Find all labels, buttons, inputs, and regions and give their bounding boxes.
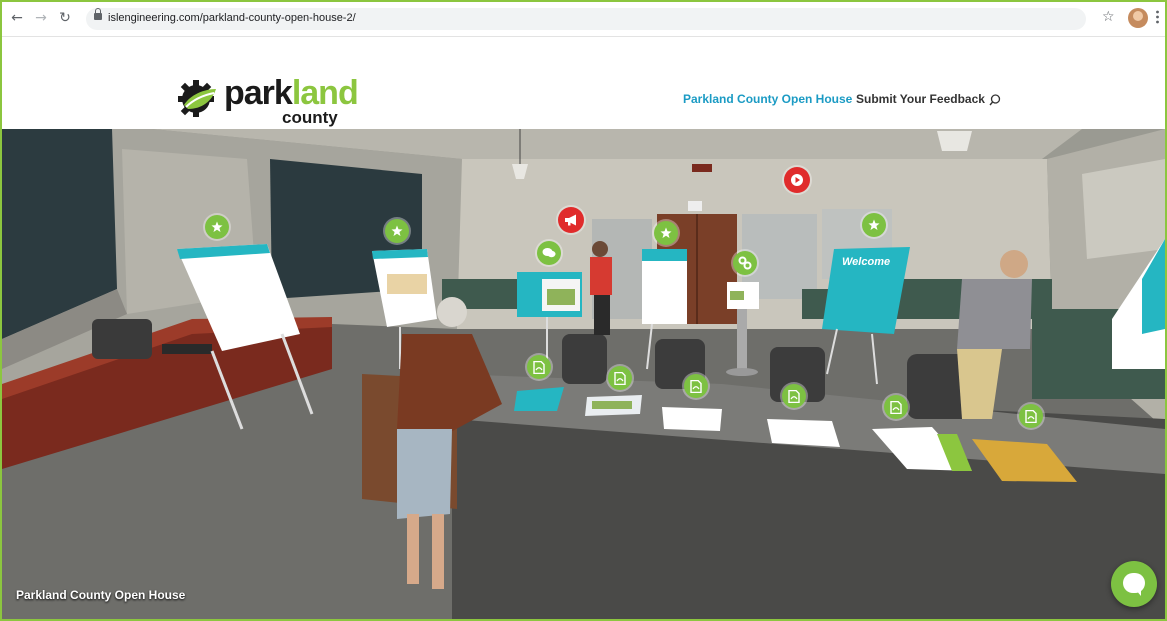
gear-leaf-icon: [178, 80, 216, 117]
star-hotspot-3[interactable]: [654, 221, 678, 245]
star-icon: [211, 221, 223, 232]
site-header: parkland county Parkland County Open Hou…: [2, 37, 1165, 129]
browser-toolbar: ← → ↻ islengineering.com/parkland-county…: [2, 2, 1165, 37]
pdf-document-icon: [890, 400, 902, 414]
logo-wordmark: parkland: [224, 74, 359, 112]
pdf-document-icon: [614, 371, 626, 385]
pdf-document-icon: [533, 360, 545, 374]
parkland-county-logo[interactable]: parkland county: [178, 75, 359, 127]
welcome-board-title: Welcome: [842, 256, 890, 268]
forward-arrow-icon[interactable]: →: [32, 9, 50, 27]
video-hotspot[interactable]: [784, 167, 810, 193]
star-hotspot-4[interactable]: [862, 213, 886, 237]
pdf-hotspot-1[interactable]: [527, 355, 551, 379]
url-text[interactable]: islengineering.com/parkland-county-open-…: [108, 12, 356, 24]
pdf-hotspot-2[interactable]: [608, 366, 632, 390]
scene-caption: Parkland County Open House: [16, 588, 186, 602]
star-hotspot-2[interactable]: [385, 219, 409, 243]
chat-bubbles-icon: [542, 248, 556, 258]
star-hotspot-1[interactable]: [205, 215, 229, 239]
pdf-document-icon: [1025, 409, 1037, 423]
search-icon[interactable]: [989, 94, 1001, 106]
star-icon: [868, 219, 880, 230]
reload-icon[interactable]: ↻: [56, 9, 74, 27]
pdf-hotspot-5[interactable]: [884, 395, 908, 419]
address-bar[interactable]: islengineering.com/parkland-county-open-…: [86, 8, 1086, 30]
browser-window: ← → ↻ islengineering.com/parkland-county…: [0, 0, 1167, 621]
pdf-document-icon: [788, 389, 800, 403]
profile-avatar[interactable]: [1128, 8, 1148, 28]
lock-icon: [94, 8, 102, 20]
nav-open-house[interactable]: Parkland County Open House: [683, 92, 852, 106]
chat-bubble-icon: [1123, 573, 1145, 596]
logo-subtitle: county: [282, 108, 338, 127]
pdf-document-icon: [690, 379, 702, 393]
link-icon: [738, 256, 752, 270]
room-render: Welcome: [2, 129, 1165, 619]
live-chat-button[interactable]: [1111, 561, 1157, 607]
virtual-room-viewer[interactable]: Welcome: [2, 129, 1165, 619]
announcement-hotspot[interactable]: [558, 207, 584, 233]
kebab-menu-icon[interactable]: [1156, 10, 1159, 24]
star-icon: [391, 225, 403, 236]
star-icon[interactable]: ☆: [1102, 9, 1115, 25]
chat-hotspot[interactable]: [537, 241, 561, 265]
pdf-hotspot-4[interactable]: [782, 384, 806, 408]
play-icon: [791, 174, 803, 186]
link-hotspot[interactable]: [733, 251, 757, 275]
megaphone-icon: [565, 214, 576, 226]
pdf-hotspot-6[interactable]: [1019, 404, 1043, 428]
star-icon: [660, 227, 672, 238]
pdf-hotspot-3[interactable]: [684, 374, 708, 398]
nav-submit-feedback[interactable]: Submit Your Feedback: [856, 92, 985, 106]
back-arrow-icon[interactable]: ←: [8, 9, 26, 27]
